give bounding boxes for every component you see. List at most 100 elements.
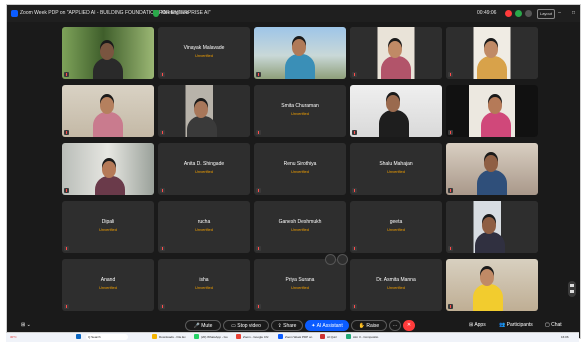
participant-video-tile[interactable] bbox=[254, 27, 346, 79]
participant-video bbox=[62, 27, 154, 79]
participant-video-tile[interactable] bbox=[446, 143, 538, 195]
taskbar-item[interactable]: (20) WhatsApp - Go bbox=[201, 334, 228, 340]
participant-tile[interactable]: Dipali Unverified bbox=[62, 201, 154, 253]
participant-tile[interactable]: Vinayak Malavade Unverified bbox=[158, 27, 250, 79]
raise-button[interactable]: ✋ Raise bbox=[351, 320, 387, 331]
participant-tile[interactable]: Renu Sirothiya Unverified bbox=[254, 143, 346, 195]
taskbar-item[interactable]: Zoom - Google Chr bbox=[243, 334, 269, 340]
leave-button[interactable]: ✕ bbox=[403, 320, 415, 331]
participant-video bbox=[62, 143, 154, 195]
participant-video-tile[interactable] bbox=[62, 27, 154, 79]
muted-mic-icon bbox=[352, 130, 357, 135]
participant-video-tile[interactable] bbox=[446, 85, 538, 137]
muted-mic-icon bbox=[448, 188, 453, 193]
participant-video bbox=[446, 259, 538, 311]
participant-video-tile[interactable] bbox=[62, 85, 154, 137]
mute-button[interactable]: 🎤 Mute bbox=[185, 320, 221, 331]
participant-tile[interactable]: Anand Unverified bbox=[62, 259, 154, 311]
participant-name: Anita D. Shingade bbox=[183, 161, 225, 167]
participant-body bbox=[93, 112, 123, 137]
participant-body bbox=[475, 232, 505, 253]
unverified-label: Unverified bbox=[290, 169, 309, 174]
participant-video-tile[interactable] bbox=[350, 27, 442, 79]
gallery-page-scroll[interactable] bbox=[568, 281, 576, 297]
muted-mic-icon bbox=[64, 188, 69, 193]
participant-body bbox=[285, 54, 315, 79]
security-icon[interactable] bbox=[515, 10, 522, 17]
ai-assistant-button[interactable]: ✦ AI Assistant bbox=[305, 320, 349, 331]
participant-video bbox=[350, 85, 442, 137]
taskbar-item[interactable]: AI Quiz bbox=[327, 334, 337, 340]
participant-tile[interactable]: Dr. Asmita Manna Unverified bbox=[350, 259, 442, 311]
taskbar-item[interactable]: Zoom Week PDP on bbox=[285, 334, 312, 340]
participant-tile[interactable]: rucha Unverified bbox=[158, 201, 250, 253]
taskbar-item[interactable]: Downloads - File Ex bbox=[159, 334, 186, 340]
apps-label: Apps bbox=[474, 322, 486, 328]
explorer-icon[interactable] bbox=[152, 334, 157, 339]
whatsapp-icon[interactable] bbox=[194, 334, 199, 339]
muted-mic-icon bbox=[160, 246, 165, 251]
zoom-taskbar-icon[interactable] bbox=[278, 334, 283, 339]
share-button[interactable]: ⇪ Share bbox=[271, 320, 303, 331]
participant-tile[interactable]: Ganesh Deshmukh Unverified bbox=[254, 201, 346, 253]
maximize-icon[interactable]: □ bbox=[570, 9, 577, 17]
search-box[interactable]: Q Search bbox=[86, 334, 128, 340]
participant-name: Ganesh Deshmukh bbox=[278, 219, 322, 225]
participant-head bbox=[480, 269, 494, 286]
participant-name: Renu Sirothiya bbox=[283, 161, 317, 167]
muted-mic-icon bbox=[160, 72, 165, 77]
share-label: Share bbox=[283, 323, 297, 329]
participant-tile[interactable]: Smita Churaman Unverified bbox=[254, 85, 346, 137]
meeting-info-button[interactable]: Meeting info bbox=[161, 10, 188, 16]
reaction-icon[interactable] bbox=[337, 254, 348, 265]
muted-mic-icon bbox=[352, 246, 357, 251]
quiz-icon[interactable] bbox=[320, 334, 325, 339]
participant-body bbox=[379, 110, 409, 137]
captions-icon[interactable]: ⊞ ⌄ bbox=[21, 322, 31, 328]
minimize-icon[interactable]: – bbox=[556, 9, 563, 17]
participant-tile[interactable]: geeta Unverified bbox=[350, 201, 442, 253]
layout-button[interactable]: Layout bbox=[537, 9, 555, 19]
participant-video-tile[interactable] bbox=[446, 201, 538, 253]
participants-button[interactable]: 👥 Participants bbox=[499, 322, 533, 328]
participant-video-tile[interactable] bbox=[62, 143, 154, 195]
view-icon[interactable] bbox=[525, 10, 532, 17]
participant-name: Anand bbox=[100, 277, 116, 283]
participant-head bbox=[292, 39, 306, 56]
participant-tile[interactable]: isha Unverified bbox=[158, 259, 250, 311]
taskbar-item[interactable]: Aim 3 - Compositio bbox=[353, 334, 378, 340]
participant-head bbox=[484, 155, 498, 172]
participant-video-tile[interactable] bbox=[350, 85, 442, 137]
unverified-label: Unverified bbox=[290, 111, 309, 116]
more-button[interactable]: ⋯ bbox=[389, 320, 401, 331]
participant-tile[interactable]: Priya Surana Unverified bbox=[254, 259, 346, 311]
meeting-info-shield-icon[interactable] bbox=[153, 10, 159, 17]
participant-body bbox=[95, 176, 125, 195]
participant-video bbox=[254, 27, 346, 79]
participant-video-tile[interactable] bbox=[446, 27, 538, 79]
chat-button[interactable]: ▢ Chat bbox=[545, 322, 562, 328]
participant-head bbox=[488, 97, 502, 114]
apps-button[interactable]: ⊞ Apps bbox=[469, 322, 486, 328]
weather-widget[interactable]: 30°C bbox=[10, 334, 17, 340]
chrome-icon[interactable] bbox=[236, 334, 241, 339]
participant-head bbox=[482, 217, 496, 234]
participant-body bbox=[187, 116, 217, 137]
participant-tile[interactable]: Anita D. Shingade Unverified bbox=[158, 143, 250, 195]
stop-video-label: Stop video bbox=[237, 323, 261, 329]
participant-tile[interactable]: Shalu Mahajan Unverified bbox=[350, 143, 442, 195]
participant-video-tile[interactable] bbox=[158, 85, 250, 137]
recording-icon[interactable] bbox=[505, 10, 512, 17]
app-icon[interactable] bbox=[346, 334, 351, 339]
start-icon[interactable] bbox=[76, 334, 81, 339]
participant-name: Dipali bbox=[101, 219, 115, 225]
stop-video-button[interactable]: ▭ Stop video bbox=[223, 320, 269, 331]
participant-body bbox=[477, 170, 507, 195]
participant-video bbox=[158, 85, 250, 137]
participant-name: Shalu Mahajan bbox=[379, 161, 413, 167]
muted-mic-icon bbox=[256, 72, 261, 77]
participant-video-tile[interactable] bbox=[446, 259, 538, 311]
participant-name: geeta bbox=[389, 219, 403, 225]
reaction-icon[interactable] bbox=[325, 254, 336, 265]
participant-head bbox=[100, 97, 114, 114]
